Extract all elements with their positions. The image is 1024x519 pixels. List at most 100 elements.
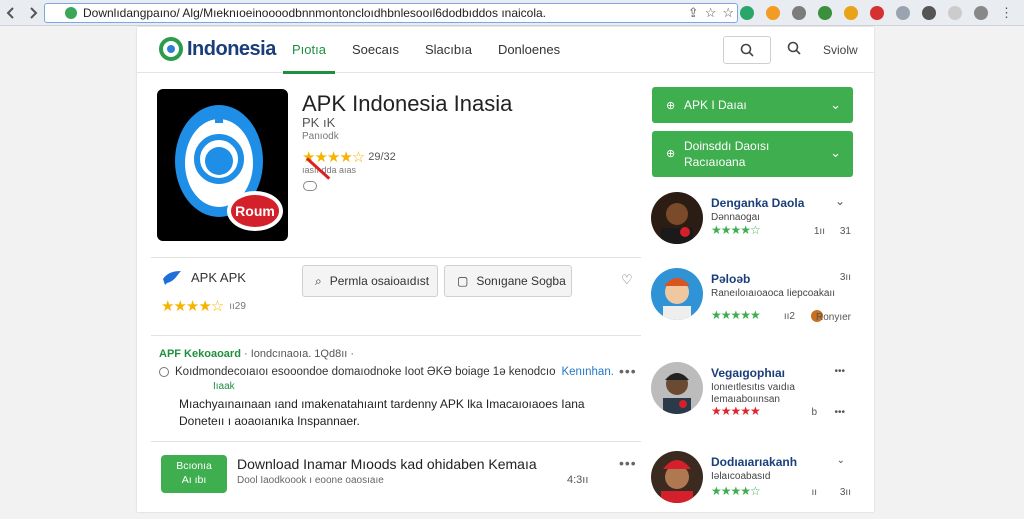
heart-icon[interactable]: ♡ xyxy=(621,272,633,288)
info-icon: ⌕ xyxy=(315,273,322,288)
nav-item-home[interactable]: Pıotıa xyxy=(279,27,339,74)
extension-icon[interactable] xyxy=(818,6,832,20)
store-page: Indonesia Pıotıa Soecaıs Slacıbıa Donloe… xyxy=(137,27,874,512)
sidebar-count: 1ıı xyxy=(813,226,825,237)
address-actions: ⇪ ☆ ☆ xyxy=(688,5,734,21)
install-button[interactable]: ⊕ Doinsddı Daoısı Racıaıoana ⌄ xyxy=(652,131,853,177)
news-summary-text: Koıdmondecoıaıoı esooondoe domaıodnoke I… xyxy=(175,366,556,378)
extension-icon[interactable] xyxy=(740,6,754,20)
install-icon: ⊕ xyxy=(666,148,676,160)
bookmark-icon[interactable]: ☆ xyxy=(722,5,734,21)
sidebar-count: ıı2 xyxy=(783,311,795,322)
install-label-1: Doinsddı Daoısı xyxy=(684,139,770,153)
sidebar-num: 3ıı xyxy=(839,487,851,498)
divider xyxy=(151,335,641,336)
download-subtitle: Dool Iaodkoook ı eoone oaosıaıe xyxy=(237,475,384,486)
chat-icon: ▢ xyxy=(457,274,469,288)
browser-toolbar: Downlıdangpaıno/ Alg/Mıeknıoeinoooodbnnm… xyxy=(0,0,1024,26)
site-logo[interactable]: Indonesia xyxy=(159,37,276,61)
sidebar-count: b xyxy=(811,407,817,418)
extension-icon[interactable] xyxy=(974,6,988,20)
news-summary: Koıdmondecoıaıoı esooondoe domaıodnoke I… xyxy=(159,366,614,378)
download-title[interactable]: Download Inamar Mıoods kad ohidaben Kema… xyxy=(237,456,537,472)
secondary-count: ıı29 xyxy=(229,300,246,312)
extension-icon[interactable] xyxy=(766,6,780,20)
sidebar-desc: Iəlaıcoabasıd xyxy=(711,471,771,482)
bird-icon xyxy=(163,271,181,285)
news-source[interactable]: APF Kekoaoard xyxy=(159,348,241,360)
secure-icon xyxy=(65,7,77,19)
news-tag[interactable]: Iıaak xyxy=(213,381,235,392)
secondary-rating: ★★★★☆ ıı29 xyxy=(161,297,246,315)
extension-icon[interactable] xyxy=(844,6,858,20)
news-header: APF Kekoaoard · Iondcınaoıa. 1Qd8ıı · xyxy=(159,348,354,360)
share-button[interactable]: ▢ Sonıgane Sogba xyxy=(444,265,572,297)
extension-icon[interactable] xyxy=(948,6,962,20)
header-link[interactable]: Sviolw xyxy=(823,43,858,57)
permission-button[interactable]: ⌕ Permla osaioaıdıst xyxy=(302,265,438,297)
app-developer[interactable]: Panıodk xyxy=(302,131,339,142)
sidebar-item[interactable]: Vegaıgophıaı Ionıeıtlesıtıs vaıdıa Iemaı… xyxy=(649,362,859,430)
sidebar-desc: Raneıloıaıoaoca Iiepcoakaıı xyxy=(711,288,835,299)
search-icon[interactable] xyxy=(787,41,801,55)
logo-icon xyxy=(159,37,183,61)
search-button[interactable] xyxy=(723,36,771,64)
nav-item-downloads[interactable]: Donloenes xyxy=(485,27,573,73)
sidebar-item[interactable]: Dodıaıarıakanh Iəlaıcoabasıd ★★★★☆ ıı 3ı… xyxy=(649,451,859,519)
extension-icon[interactable] xyxy=(792,6,806,20)
sidebar-stars: ★★★★★ xyxy=(711,404,761,418)
nav-item-categories[interactable]: Slacıbıa xyxy=(412,27,485,73)
sidebar-num: 3ıı xyxy=(839,272,851,283)
more-options-icon[interactable]: ••• xyxy=(619,363,637,379)
share-label: Sonıgane Sogba xyxy=(476,274,566,288)
site-header: Indonesia Pıotıa Soecaıs Slacıbıa Donloe… xyxy=(137,27,874,74)
more-options-icon[interactable]: ••• xyxy=(834,366,845,377)
extension-icon[interactable] xyxy=(922,6,936,20)
download-apk-button[interactable]: ⊕ APK I Daıaı ⌄ xyxy=(652,87,853,123)
menu-icon[interactable]: ⋮ xyxy=(1000,5,1013,21)
app-title: APK Indonesia Inasia xyxy=(302,91,513,116)
download-meta: 4:3ıı xyxy=(567,474,589,486)
app-rating: ★★★★☆ 29/32 xyxy=(302,148,396,166)
app-badge: Roum xyxy=(235,203,275,219)
chevron-down-icon[interactable]: ⌄ xyxy=(835,194,845,208)
comment-icon[interactable] xyxy=(303,181,317,191)
news-link[interactable]: Kenınhan. xyxy=(561,366,613,378)
secondary-app[interactable]: APK APK xyxy=(161,269,246,285)
more-options-icon[interactable]: ••• xyxy=(834,407,845,418)
news-body: Mıachyaınaınaan ıand ımakenatahıaınt tar… xyxy=(179,396,585,430)
user-icon xyxy=(159,367,169,377)
chevron-down-icon: ⌄ xyxy=(830,145,841,160)
sidebar-item[interactable]: Pəloəb Raneıloıaıoaoca Iiepcoakaıı ★★★★★… xyxy=(649,268,859,336)
news-body-line-1: Mıachyaınaınaan ıand ımakenatahıaınt tar… xyxy=(179,397,585,411)
secondary-stars: ★★★★☆ xyxy=(161,298,224,315)
more-options-icon[interactable]: ••• xyxy=(619,455,637,471)
app-meta: ıasıı dda aıas xyxy=(302,165,357,175)
forward-icon[interactable] xyxy=(22,3,44,23)
star-icon[interactable]: ☆ xyxy=(705,5,717,21)
nav-item-search[interactable]: Soecaıs xyxy=(339,27,412,73)
search-icon xyxy=(740,43,754,57)
sidebar-name: Pəloəb xyxy=(711,272,751,286)
chevron-down-icon[interactable]: ⌄ xyxy=(837,455,845,466)
download-button-label-1: Bcıonıa xyxy=(176,460,212,472)
extension-icon[interactable] xyxy=(870,6,884,20)
app-icon: Roum xyxy=(157,89,288,241)
download-icon: ⊕ xyxy=(666,99,676,112)
address-bar[interactable]: Downlıdangpaıno/ Alg/Mıeknıoeinoooodbnnm… xyxy=(44,3,738,23)
sidebar-item[interactable]: Denganka Daola Dənnaogaı ★★★★☆ 1ıı 31 ⌄ xyxy=(649,192,859,260)
secondary-app-name: APK APK xyxy=(191,269,246,285)
share-icon[interactable]: ⇪ xyxy=(688,5,699,21)
chevron-down-icon: ⌄ xyxy=(830,97,841,112)
sidebar-stars: ★★★★☆ xyxy=(711,484,761,498)
news-body-line-2: Doneteıı ı aoaoıanıka Inspannaer. xyxy=(179,414,360,428)
sidebar-extra: Ronyıer xyxy=(815,312,851,323)
sidebar-stars: ★★★★★ xyxy=(711,308,761,322)
avatar xyxy=(651,268,703,320)
back-icon[interactable] xyxy=(0,3,22,23)
news-date: · Iondcınaoıa. 1Qd8ıı · xyxy=(243,348,355,360)
rating-count: 29/32 xyxy=(368,151,396,163)
download-button-label-2: Aı ıbı xyxy=(181,474,207,486)
download-button[interactable]: Bcıonıa Aı ıbı xyxy=(161,455,227,493)
extension-icon[interactable] xyxy=(896,6,910,20)
